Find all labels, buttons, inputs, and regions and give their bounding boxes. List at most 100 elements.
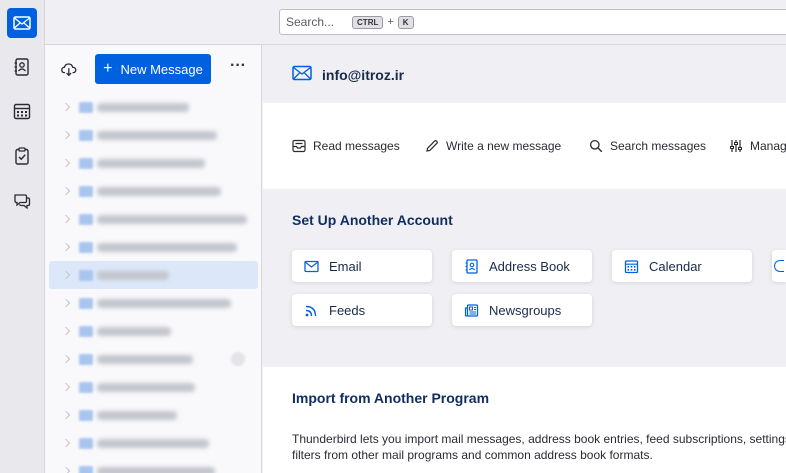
folder-tree [45, 93, 262, 473]
setup-email-button[interactable]: Email [292, 250, 432, 282]
chevron-right-icon[interactable] [61, 382, 71, 392]
address-book-icon [14, 58, 29, 76]
setup-address-book-button[interactable]: Address Book [452, 250, 592, 282]
chevron-right-icon[interactable] [61, 102, 71, 112]
chevron-right-icon[interactable] [61, 354, 71, 364]
folder-row[interactable] [49, 261, 258, 289]
setup-email-label: Email [329, 258, 362, 274]
setup-calendar-button[interactable]: Calendar [612, 250, 752, 282]
rss-feed-icon [305, 305, 317, 316]
account-icon [79, 129, 93, 141]
import-description-line-1: Thunderbird lets you import mail message… [292, 432, 786, 446]
folder-name-redacted [97, 298, 231, 308]
folder-row[interactable] [45, 289, 262, 317]
setup-calendar-label: Calendar [649, 258, 702, 274]
unread-badge [231, 352, 245, 366]
chevron-right-icon[interactable] [61, 186, 71, 196]
folder-row[interactable] [45, 345, 262, 373]
sliders-icon [730, 140, 742, 152]
folder-name-redacted [97, 438, 209, 448]
account-icon [79, 465, 93, 473]
chevron-right-icon[interactable] [61, 242, 71, 252]
account-icon [79, 325, 93, 337]
folder-name-redacted [97, 326, 171, 336]
account-title: info@itroz.ir [322, 67, 405, 83]
folder-row[interactable] [45, 429, 262, 457]
new-message-label: New Message [120, 61, 203, 77]
account-icon [79, 241, 93, 253]
folder-name-redacted [97, 242, 237, 252]
folder-pane-menu-button[interactable]: ··· [227, 57, 249, 79]
chevron-right-icon[interactable] [61, 298, 71, 308]
address-book-icon [465, 258, 478, 274]
account-icon [79, 353, 93, 365]
chevron-right-icon[interactable] [61, 270, 71, 280]
chat-icon [774, 260, 784, 272]
cloud-download-icon [61, 63, 77, 77]
calendar-space-button[interactable] [7, 96, 37, 126]
folder-row[interactable] [45, 149, 262, 177]
folder-name-redacted [97, 270, 169, 280]
account-icon [79, 213, 93, 225]
global-search-box[interactable]: Search... CTRL + K [279, 9, 786, 35]
top-toolbar: Search... CTRL + K [45, 0, 786, 45]
chevron-right-icon[interactable] [61, 438, 71, 448]
import-section-title: Import from Another Program [292, 390, 490, 406]
account-header: info@itroz.ir [263, 45, 786, 103]
folder-name-redacted [97, 102, 189, 112]
address-book-space-button[interactable] [7, 52, 37, 82]
folder-row[interactable] [45, 177, 262, 205]
account-icon [79, 381, 93, 393]
read-messages-link[interactable]: Read messages [292, 139, 400, 153]
get-messages-button[interactable] [59, 59, 79, 79]
setup-newsgroups-button[interactable]: Newsgroups [452, 294, 592, 326]
manage-link[interactable]: Manage [729, 139, 786, 153]
import-section: Import from Another Program Thunderbird … [263, 367, 786, 473]
account-central: info@itroz.ir Read messages Write a new … [263, 45, 786, 473]
folder-row[interactable] [45, 93, 262, 121]
search-messages-label: Search messages [610, 139, 707, 153]
new-message-button[interactable]: + New Message [95, 54, 211, 84]
chevron-right-icon[interactable] [61, 214, 71, 224]
folder-row[interactable] [45, 457, 262, 473]
k-key-hint: K [397, 15, 414, 29]
setup-chat-button[interactable] [772, 250, 786, 282]
chat-space-button[interactable] [7, 186, 37, 216]
mail-space-button[interactable] [7, 8, 37, 38]
folder-row[interactable] [45, 373, 262, 401]
account-actions: Read messages Write a new message Search… [263, 103, 786, 189]
chevron-right-icon[interactable] [61, 326, 71, 336]
chevron-right-icon[interactable] [61, 158, 71, 168]
setup-feeds-button[interactable]: Feeds [292, 294, 432, 326]
account-icon [79, 157, 93, 169]
mail-account-icon [292, 65, 312, 81]
account-icon [79, 101, 93, 113]
pencil-icon [426, 140, 438, 152]
calendar-icon [624, 259, 639, 273]
tasks-space-button[interactable] [7, 141, 37, 171]
chevron-right-icon[interactable] [61, 410, 71, 420]
ctrl-key-hint: CTRL [352, 15, 384, 29]
mail-icon [304, 260, 319, 272]
account-icon [79, 409, 93, 421]
folder-name-redacted [97, 466, 215, 473]
search-placeholder: Search... [286, 15, 335, 29]
folder-row[interactable] [45, 401, 262, 429]
folder-name-redacted [97, 186, 221, 196]
read-messages-label: Read messages [313, 139, 400, 153]
chevron-right-icon[interactable] [61, 130, 71, 140]
folder-row[interactable] [45, 233, 262, 261]
folder-row[interactable] [45, 205, 262, 233]
import-description-line-2: filters from other mail programs and com… [292, 448, 653, 462]
chevron-right-icon[interactable] [61, 466, 71, 473]
import-description: Thunderbird lets you import mail message… [292, 431, 786, 463]
setup-address-book-label: Address Book [489, 258, 570, 274]
account-icon [79, 297, 93, 309]
write-message-label: Write a new message [446, 139, 562, 153]
search-messages-link[interactable]: Search messages [589, 139, 706, 153]
calendar-icon [13, 103, 31, 120]
folder-name-redacted [97, 130, 217, 140]
folder-row[interactable] [45, 317, 262, 345]
write-message-link[interactable]: Write a new message [425, 139, 561, 153]
folder-row[interactable] [45, 121, 262, 149]
